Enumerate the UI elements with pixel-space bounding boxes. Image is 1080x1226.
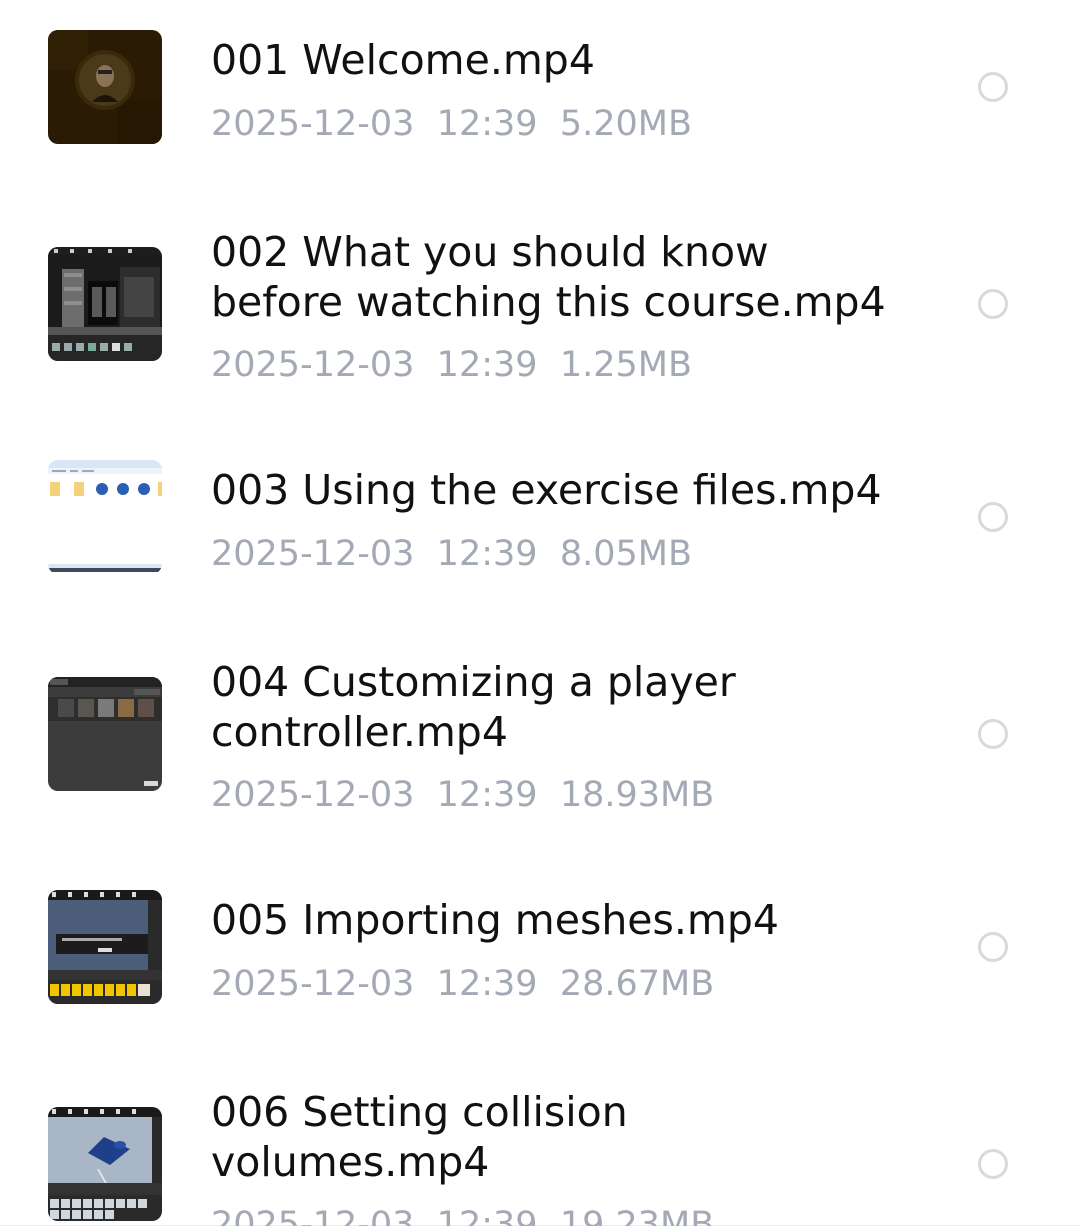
video-thumbnail bbox=[48, 1107, 162, 1221]
file-date: 2025-12-03 bbox=[211, 104, 415, 144]
file-size: 18.93MB bbox=[559, 775, 715, 815]
file-meta: 2025-12-03 12:39 5.20MB bbox=[211, 102, 692, 146]
file-name: 006 Setting collision volumes.mp4 bbox=[211, 1088, 628, 1186]
file-date: 2025-12-03 bbox=[211, 1205, 415, 1226]
file-time: 12:39 bbox=[436, 775, 538, 815]
collision-editor-thumbnail-icon bbox=[48, 1107, 162, 1221]
select-radio[interactable] bbox=[978, 72, 1008, 102]
file-name: 004 Customizing a player controller.mp4 bbox=[211, 658, 736, 756]
file-size: 28.67MB bbox=[559, 964, 715, 1004]
file-name: 003 Using the exercise files.mp4 bbox=[211, 466, 882, 514]
import-dialog-thumbnail-icon bbox=[48, 890, 162, 1004]
file-meta: 2025-12-03 12:39 18.93MB bbox=[211, 773, 714, 817]
file-meta: 2025-12-03 12:39 8.05MB bbox=[211, 532, 692, 576]
file-time: 12:39 bbox=[436, 1205, 538, 1226]
file-time: 12:39 bbox=[436, 964, 538, 1004]
list-item[interactable]: 004 Customizing a player controller.mp4 … bbox=[0, 620, 1080, 860]
select-radio[interactable] bbox=[978, 1149, 1008, 1179]
file-date: 2025-12-03 bbox=[211, 964, 415, 1004]
file-time: 12:39 bbox=[436, 104, 538, 144]
video-thumbnail bbox=[48, 247, 162, 361]
list-item[interactable]: 002 What you should know before watching… bbox=[0, 190, 1080, 430]
video-thumbnail bbox=[48, 30, 162, 144]
select-radio[interactable] bbox=[978, 719, 1008, 749]
list-item[interactable]: 003 Using the exercise files.mp4 2025-12… bbox=[0, 430, 1080, 620]
video-thumbnail bbox=[48, 890, 162, 1004]
presenter-thumbnail-icon bbox=[48, 30, 162, 144]
file-meta: 2025-12-03 12:39 1.25MB bbox=[211, 343, 692, 387]
file-meta: 2025-12-03 12:39 19.23MB bbox=[211, 1203, 714, 1226]
file-date: 2025-12-03 bbox=[211, 775, 415, 815]
project-browser-thumbnail-icon bbox=[48, 677, 162, 791]
select-radio[interactable] bbox=[978, 932, 1008, 962]
select-radio[interactable] bbox=[978, 289, 1008, 319]
file-size: 19.23MB bbox=[559, 1205, 715, 1226]
list-item[interactable]: 005 Importing meshes.mp4 2025-12-03 12:3… bbox=[0, 860, 1080, 1050]
list-item[interactable]: 001 Welcome.mp4 2025-12-03 12:39 5.20MB bbox=[0, 0, 1080, 190]
file-date: 2025-12-03 bbox=[211, 345, 415, 385]
video-thumbnail bbox=[48, 460, 162, 574]
file-explorer-thumbnail-icon bbox=[48, 460, 162, 574]
file-name: 005 Importing meshes.mp4 bbox=[211, 896, 779, 944]
file-meta: 2025-12-03 12:39 28.67MB bbox=[211, 962, 714, 1006]
select-radio[interactable] bbox=[978, 502, 1008, 532]
file-size: 5.20MB bbox=[559, 104, 692, 144]
file-size: 1.25MB bbox=[559, 345, 692, 385]
file-name: 001 Welcome.mp4 bbox=[211, 36, 595, 84]
file-date: 2025-12-03 bbox=[211, 534, 415, 574]
file-size: 8.05MB bbox=[559, 534, 692, 574]
file-time: 12:39 bbox=[436, 345, 538, 385]
list-item[interactable]: 006 Setting collision volumes.mp4 2025-1… bbox=[0, 1050, 1080, 1226]
video-thumbnail bbox=[48, 677, 162, 791]
file-name: 002 What you should know before watching… bbox=[211, 228, 886, 326]
file-list: 001 Welcome.mp4 2025-12-03 12:39 5.20MB bbox=[0, 0, 1080, 1226]
file-time: 12:39 bbox=[436, 534, 538, 574]
editor-scene-thumbnail-icon bbox=[48, 247, 162, 361]
